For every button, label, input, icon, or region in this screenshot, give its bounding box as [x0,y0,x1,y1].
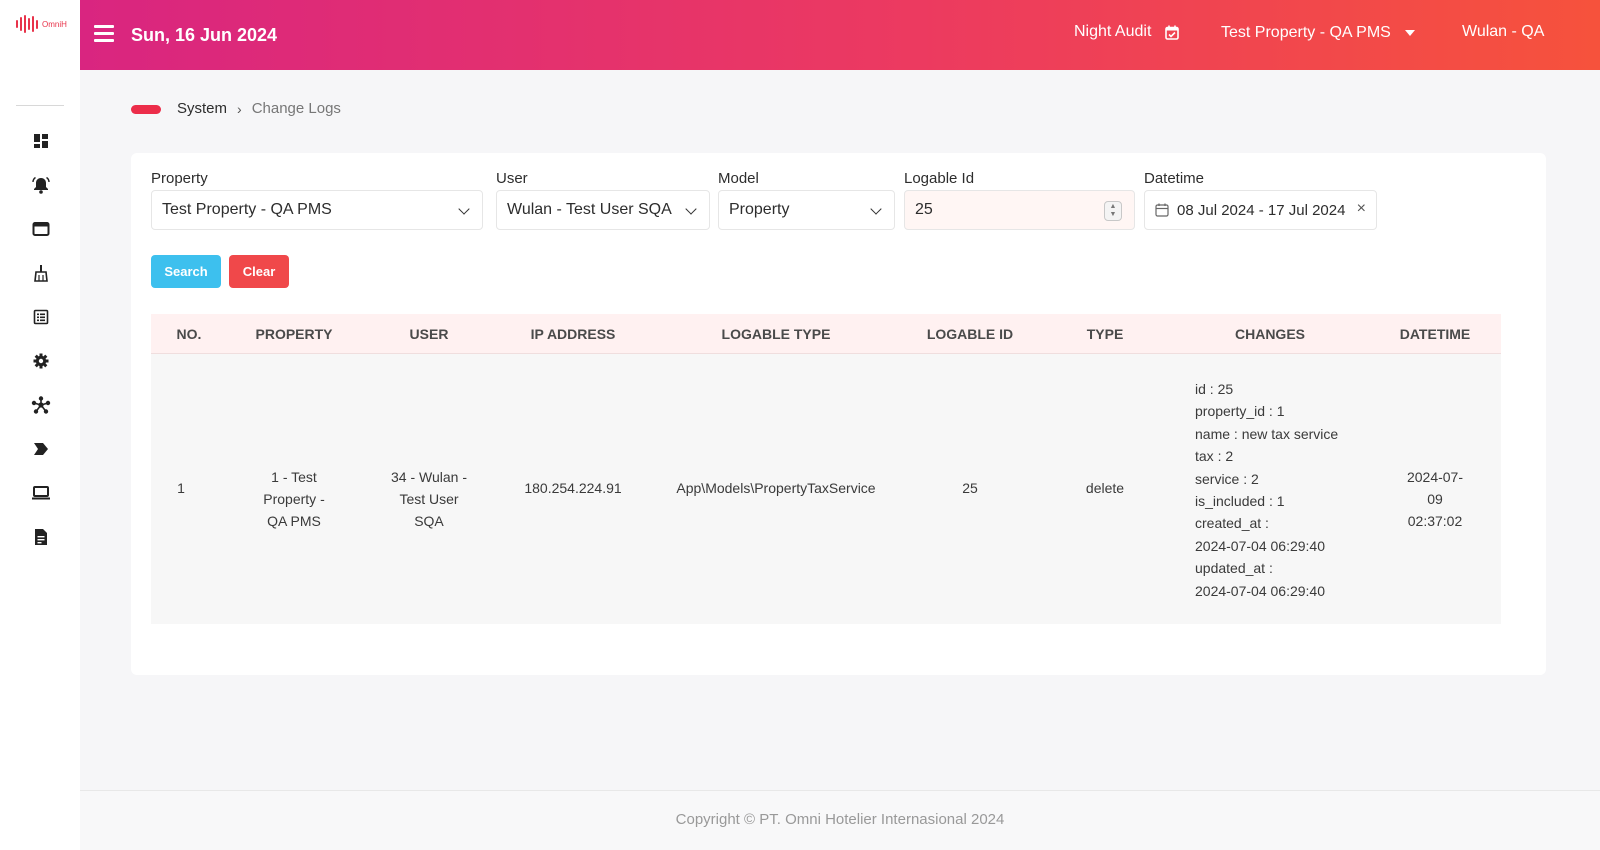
property-switcher-label: Test Property - QA PMS [1221,24,1391,41]
logable-id-input[interactable]: 25 ▲ ▼ [904,190,1135,230]
column-header-property: PROPERTY [255,326,333,342]
table-row: 1 1 - Test Property - QA PMS 34 - Wulan … [151,354,1501,624]
property-filter-value: Test Property - QA PMS [162,201,332,218]
breadcrumb-current: Change Logs [251,100,341,117]
user-filter-select[interactable]: Wulan - Test User SQA [496,190,710,230]
model-filter-select[interactable]: Property [718,190,895,230]
change-line: property_id : 1 [1195,403,1285,420]
column-header-logable-type: LOGABLE TYPE [721,326,831,342]
datetime-filter-label: Datetime [1144,170,1205,187]
change-line: id : 25 [1195,381,1234,397]
datetime-range-picker[interactable]: 08 Jul 2024 - 17 Jul 2024 × [1144,190,1377,230]
calendar-icon [1155,203,1169,217]
user-filter-label: User [496,170,528,187]
sidebar: OmniH [0,0,80,850]
cell-no: 1 [177,480,185,496]
notification-bell-icon[interactable] [30,174,52,196]
hamburger-menu-icon[interactable] [94,25,114,42]
chevron-down-icon [870,203,882,215]
breadcrumb-accent [131,105,161,114]
model-filter-label: Model [718,170,759,187]
business-date: Sun, 16 Jun 2024 [131,25,278,45]
cell-property: 1 - Test Property - QA PMS [263,466,324,532]
settings-gear-icon[interactable] [30,350,52,372]
search-button[interactable]: Search [151,255,221,288]
breadcrumb-system-link[interactable]: System [177,100,227,117]
column-header-type: TYPE [1086,326,1124,342]
breadcrumb-separator-icon: › [237,100,242,117]
property-filter-label: Property [151,170,208,187]
calendar-check-icon [1165,25,1180,40]
column-header-logable-id: LOGABLE ID [926,326,1014,342]
column-header-ip-address: IP ADDRESS [530,326,616,342]
cell-user: 34 - Wulan - Test User SQA [391,466,467,532]
property-filter-select[interactable]: Test Property - QA PMS [151,190,483,230]
housekeeping-icon[interactable] [30,262,52,284]
dashboard-icon[interactable] [30,130,52,152]
top-header: Sun, 16 Jun 2024 Night Audit Test Proper… [80,0,1600,70]
change-line: tax : 2 [1195,448,1234,465]
change-line: is_included : 1 [1195,493,1285,510]
cell-datetime: 2024-07-09 02:37:02 [1402,466,1468,532]
night-audit-button[interactable]: Night Audit [1074,23,1180,41]
change-line: created_at : [1195,515,1269,532]
change-line: 2024-07-04 06:29:40 [1195,537,1325,554]
cell-datetime-date: 2024-07-09 [1406,469,1464,507]
column-header-changes: CHANGES [1234,326,1306,342]
tag-icon[interactable] [30,438,52,460]
report-document-icon[interactable] [30,526,52,548]
logable-id-filter-label: Logable Id [904,170,975,187]
user-menu[interactable]: Wulan - QA [1462,23,1544,41]
cell-logable-type: App\Models\PropertyTaxService [676,480,876,496]
window-icon[interactable] [30,218,52,240]
cell-user-line: SQA [414,513,444,529]
number-stepper-icon[interactable]: ▲ ▼ [1104,201,1122,221]
change-line: service : 2 [1195,470,1259,487]
change-line: updated_at : [1195,560,1273,577]
caret-down-icon [1404,30,1415,36]
cell-changes: id : 25 property_id : 1 name : new tax s… [1195,378,1338,602]
change-logs-table: NO. PROPERTY USER IP ADDRESS LOGABLE TYP… [151,314,1501,624]
model-filter-value: Property [729,201,790,218]
cell-property-line: Property - [263,491,325,507]
cell-datetime-time: 02:37:02 [1407,513,1463,529]
clear-date-icon[interactable]: × [1357,200,1366,218]
column-header-user: USER [409,326,449,342]
user-filter-value: Wulan - Test User SQA [507,201,672,218]
laptop-icon[interactable] [30,482,52,504]
chevron-down-icon [458,203,470,215]
logable-id-value: 25 [915,201,933,218]
cell-property-line: 1 - Test [271,469,317,485]
chevron-down-icon [685,203,697,215]
cell-ip-address: 180.254.224.91 [524,480,622,496]
brand-name: OmniH [42,19,67,29]
table-header: NO. PROPERTY USER IP ADDRESS LOGABLE TYP… [151,314,1501,354]
datetime-range-value: 08 Jul 2024 - 17 Jul 2024 [1177,201,1346,219]
cell-property-line: QA PMS [267,513,321,529]
cell-user-line: Test User [399,491,459,507]
property-switcher[interactable]: Test Property - QA PMS [1221,24,1415,42]
cell-logable-id: 25 [962,480,978,496]
logo-mark-icon [16,15,38,33]
cell-type: delete [1085,480,1125,496]
column-header-no: NO. [176,326,202,342]
network-icon[interactable] [30,394,52,416]
change-line: 2024-07-04 06:29:40 [1195,582,1325,599]
footer: Copyright © PT. Omni Hotelier Internasio… [80,790,1600,850]
breadcrumb: System › Change Logs [177,100,341,117]
copyright-text: Copyright © PT. Omni Hotelier Internasio… [675,811,1005,828]
list-icon[interactable] [30,306,52,328]
sidebar-divider [16,105,64,106]
change-line: name : new tax service [1195,425,1339,442]
night-audit-label: Night Audit [1074,23,1152,40]
brand-logo[interactable]: OmniH [16,14,67,34]
column-header-datetime: DATETIME [1399,326,1471,342]
clear-button[interactable]: Clear [229,255,289,288]
cell-user-line: 34 - Wulan - [391,469,467,485]
